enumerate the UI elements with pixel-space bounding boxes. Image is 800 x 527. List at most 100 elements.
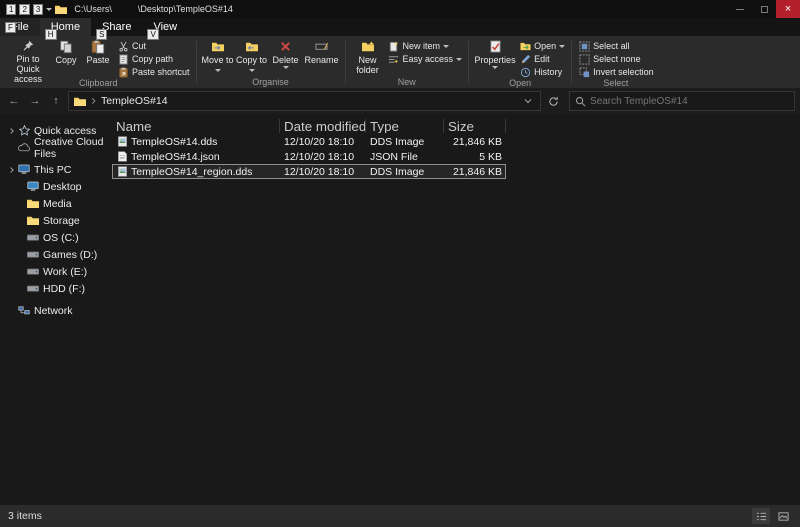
tab-view[interactable]: View V	[142, 18, 188, 36]
items-count: 3 items	[8, 510, 42, 522]
ribbon: Pin to Quick access Copy Paste Cut	[0, 36, 800, 88]
up-button[interactable]: ↑	[47, 92, 65, 110]
close-button[interactable]: ×	[776, 0, 800, 18]
minimize-button[interactable]	[728, 0, 752, 18]
drive-icon	[27, 232, 39, 244]
address-history-dropdown-button[interactable]	[521, 92, 535, 110]
copy-to-button[interactable]: Copy to	[235, 38, 269, 77]
dropdown-arrow-icon	[443, 45, 449, 48]
properties-button[interactable]: Properties	[473, 38, 517, 77]
rename-button[interactable]: Rename	[303, 38, 341, 77]
easy-access-button[interactable]: Easy access	[386, 53, 465, 65]
sidebar-item-media[interactable]: Media	[0, 195, 106, 212]
sidebar-item-desktop[interactable]: Desktop	[0, 178, 106, 195]
back-icon: ←	[9, 95, 20, 107]
dropdown-arrow-icon	[559, 45, 565, 48]
history-button[interactable]: History	[517, 66, 567, 78]
maximize-button[interactable]	[752, 0, 776, 18]
drive-icon	[27, 283, 39, 295]
sidebar-item-os-c[interactable]: OS (C:)	[0, 229, 106, 246]
json-file-icon	[116, 151, 128, 163]
drive-icon	[27, 249, 39, 261]
explorer-window: 1 2 3 C:\Users\ \Desktop\TempleOS#14 × F…	[0, 0, 800, 527]
navigation-bar: ← → ↑ TempleOS#14	[0, 88, 800, 114]
details-view-button[interactable]	[752, 508, 770, 524]
sidebar-item-this-pc[interactable]: This PC	[0, 161, 106, 178]
group-label-organise: Organise	[198, 77, 344, 88]
search-input[interactable]	[590, 96, 789, 107]
search-icon	[575, 96, 586, 107]
cloud-icon	[18, 142, 30, 154]
column-header-date-modified[interactable]: Date modified	[280, 119, 366, 133]
keytip-view: V	[147, 29, 158, 40]
sidebar-item-hdd-f[interactable]: HDD (F:)	[0, 280, 106, 297]
delete-button[interactable]: Delete	[269, 38, 303, 77]
paste-icon	[91, 39, 105, 54]
breadcrumb[interactable]: TempleOS#14	[101, 95, 168, 107]
file-row-templeos14-dds[interactable]: TempleOS#14.dds 12/10/20 18:10 DDS Image…	[112, 134, 506, 149]
folder-icon	[27, 215, 39, 227]
pin-to-quick-access-button[interactable]: Pin to Quick access	[5, 38, 51, 77]
address-bar[interactable]: TempleOS#14	[68, 91, 541, 111]
sidebar-item-games-d[interactable]: Games (D:)	[0, 246, 106, 263]
minimize-icon	[736, 9, 744, 10]
invert-selection-button[interactable]: Invert selection	[576, 66, 656, 78]
column-header-size[interactable]: Size	[444, 119, 506, 133]
quick-access-toolbar-dropdown-icon[interactable]	[46, 8, 52, 11]
new-folder-button[interactable]: New folder	[350, 38, 386, 77]
sidebar-item-work-e[interactable]: Work (E:)	[0, 263, 106, 280]
tab-file[interactable]: File F	[0, 18, 40, 36]
path-prefix: C:\Users\	[74, 4, 112, 14]
copy-path-button[interactable]: Copy path	[115, 53, 192, 65]
refresh-icon	[548, 96, 559, 107]
dds-image-file-icon	[116, 166, 128, 178]
file-row-templeos14-region-dds-selected[interactable]: TempleOS#14_region.dds 12/10/20 18:10 DD…	[112, 164, 506, 179]
sidebar-item-network[interactable]: Network	[0, 302, 106, 319]
tab-share[interactable]: Share S	[91, 18, 142, 36]
keytip-home: H	[45, 29, 57, 40]
sidebar-item-storage[interactable]: Storage	[0, 212, 106, 229]
refresh-button[interactable]	[544, 92, 562, 110]
copy-to-icon	[245, 39, 259, 54]
large-icons-view-button[interactable]	[774, 508, 792, 524]
paste-button[interactable]: Paste	[81, 38, 115, 77]
new-item-icon	[388, 40, 400, 52]
easy-access-icon	[388, 53, 400, 65]
select-all-button[interactable]: Select all	[576, 40, 656, 52]
status-bar: 3 items	[0, 505, 800, 527]
tab-home[interactable]: Home H	[40, 18, 91, 36]
dds-image-file-icon	[116, 136, 128, 148]
edit-button[interactable]: Edit	[517, 53, 567, 65]
ribbon-tab-row: File F Home H Share S View V	[0, 18, 800, 36]
details-view-icon	[756, 511, 767, 522]
keytip-2: 2	[19, 4, 29, 15]
edit-icon	[519, 53, 531, 65]
desktop-icon	[27, 181, 39, 193]
ribbon-group-open: Properties Open Edit History	[470, 37, 570, 88]
breadcrumb-chevron-icon	[90, 97, 97, 105]
this-pc-icon	[18, 164, 30, 176]
keytip-1: 1	[6, 4, 16, 15]
dropdown-arrow-icon	[283, 66, 289, 69]
select-none-button[interactable]: Select none	[576, 53, 656, 65]
group-label-new: New	[347, 77, 468, 88]
drive-icon	[27, 266, 39, 278]
copy-button[interactable]: Copy	[51, 38, 81, 77]
ribbon-group-organise: Move to Copy to Delete Rename Organise	[198, 37, 344, 88]
move-to-button[interactable]: Move to	[201, 38, 235, 77]
pin-icon	[21, 39, 35, 53]
file-row-templeos14-json[interactable]: TempleOS#14.json 12/10/20 18:10 JSON Fil…	[112, 149, 506, 164]
dropdown-arrow-icon	[456, 58, 462, 61]
paste-shortcut-button[interactable]: Paste shortcut	[115, 66, 192, 78]
back-button[interactable]: ←	[5, 92, 23, 110]
invert-selection-icon	[578, 66, 590, 78]
up-icon: ↑	[53, 95, 59, 107]
dropdown-arrow-icon	[492, 66, 498, 69]
cut-button[interactable]: Cut	[115, 40, 192, 52]
sidebar-item-creative-cloud-files[interactable]: Creative Cloud Files	[0, 139, 106, 156]
new-item-button[interactable]: New item	[386, 40, 465, 52]
column-header-type[interactable]: Type	[366, 119, 444, 133]
forward-button[interactable]: →	[26, 92, 44, 110]
column-header-name[interactable]: Name	[112, 119, 280, 133]
open-button[interactable]: Open	[517, 40, 567, 52]
